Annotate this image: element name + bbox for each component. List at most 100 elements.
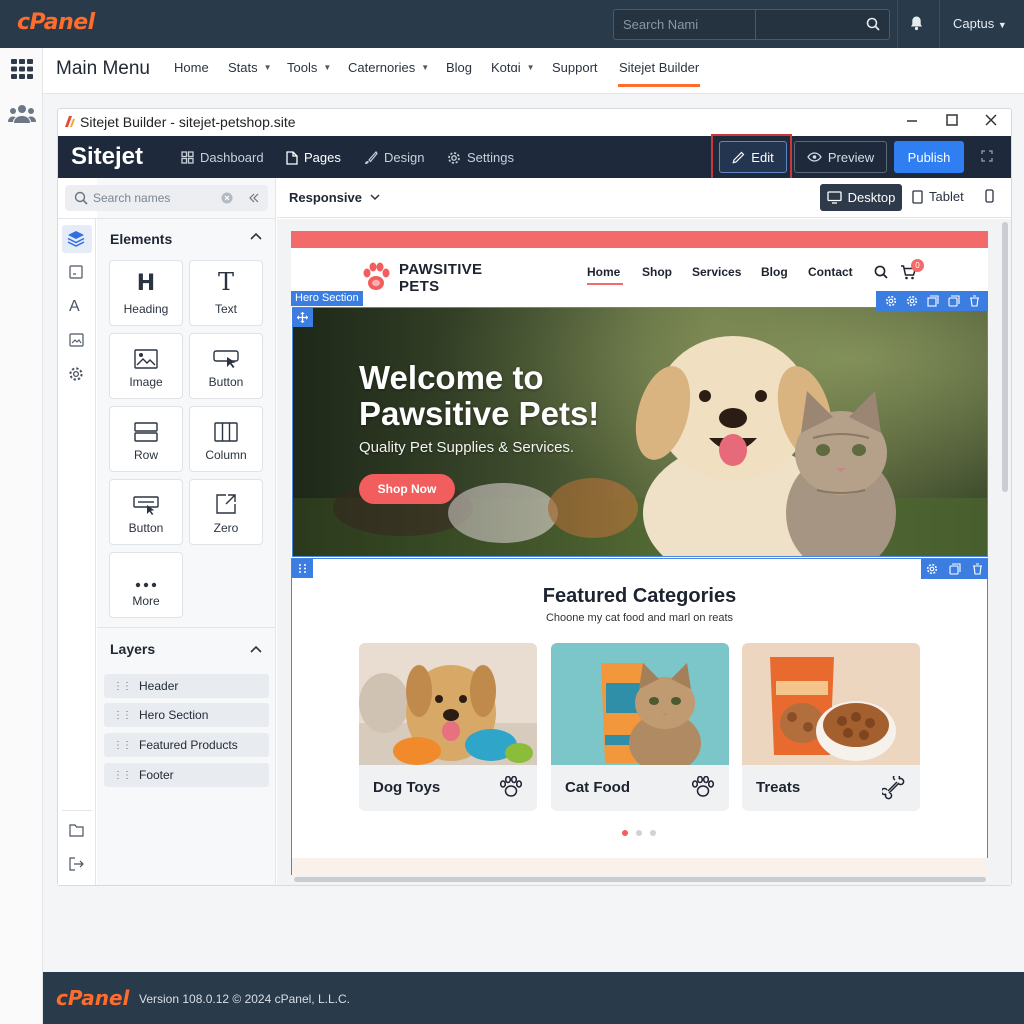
user-menu[interactable]: Captus ▼: [953, 16, 1007, 31]
layer-item[interactable]: ⋮⋮ Footer: [104, 763, 269, 787]
element-heading[interactable]: H Heading: [109, 260, 183, 326]
element-column[interactable]: Column: [189, 406, 263, 472]
site-nav-blog[interactable]: Blog: [761, 265, 788, 279]
panel-search[interactable]: [65, 185, 268, 211]
bell-icon[interactable]: [909, 15, 924, 31]
close-icon[interactable]: [985, 114, 997, 126]
element-image[interactable]: Image: [109, 333, 183, 399]
shop-now-button[interactable]: Shop Now: [359, 474, 455, 504]
gear-icon[interactable]: [68, 366, 84, 382]
gear-icon: [447, 151, 461, 165]
carousel-dot[interactable]: [650, 830, 656, 836]
category-card-dog-toys[interactable]: Dog Toys: [359, 643, 537, 811]
hero-section[interactable]: [292, 307, 988, 557]
hero-subtitle[interactable]: Quality Pet Supplies & Services.: [359, 439, 574, 456]
drag-handle-icon[interactable]: ⋮⋮: [113, 710, 132, 721]
duplicate-icon[interactable]: [926, 295, 939, 307]
search-icon[interactable]: [874, 265, 888, 279]
gear-icon[interactable]: [926, 563, 938, 575]
drag-handle-icon[interactable]: ⋮⋮: [113, 770, 132, 781]
site-nav-home[interactable]: Home: [587, 265, 620, 279]
nav-categories[interactable]: Caternories ▼: [348, 60, 429, 75]
element-text[interactable]: T Text: [189, 260, 263, 326]
tab-settings[interactable]: Settings: [447, 150, 514, 165]
element-zero[interactable]: Zero: [189, 479, 263, 545]
site-logo-line2: PETS: [399, 278, 440, 295]
move-icon[interactable]: [292, 308, 313, 327]
chevron-up-icon[interactable]: [250, 645, 262, 653]
media-icon[interactable]: [69, 333, 84, 347]
fullscreen-icon[interactable]: [981, 150, 993, 162]
chevron-up-icon[interactable]: [250, 232, 262, 240]
minimize-icon[interactable]: [906, 112, 918, 128]
gear-icon[interactable]: [885, 295, 897, 307]
category-card-cat-food[interactable]: Cat Food: [551, 643, 729, 811]
drag-handle-icon[interactable]: [292, 559, 313, 578]
copy-icon[interactable]: [949, 563, 961, 575]
site-logo[interactable]: PAWSITIVE PETS: [399, 261, 509, 295]
category-image: [551, 643, 729, 765]
nav-stats[interactable]: Stats ▼: [228, 60, 272, 75]
nav-kotai[interactable]: Kotɑi ▼: [491, 60, 535, 75]
publish-button[interactable]: Publish: [894, 141, 964, 173]
element-more[interactable]: More: [109, 552, 183, 618]
preview-button[interactable]: Preview: [794, 141, 887, 173]
canvas-scrollbar-vertical[interactable]: [1002, 222, 1008, 492]
layer-item[interactable]: ⋮⋮ Header: [104, 674, 269, 698]
featured-title[interactable]: Featured Categories: [291, 585, 988, 608]
nav-blog[interactable]: Blog: [446, 60, 472, 75]
trash-icon[interactable]: [972, 563, 983, 575]
tab-design[interactable]: Design: [364, 150, 424, 165]
panel-search-input[interactable]: [93, 185, 223, 211]
search-icon[interactable]: [866, 17, 880, 31]
trash-icon[interactable]: [969, 295, 980, 307]
carousel-dot-active[interactable]: [622, 830, 628, 836]
category-card-treats[interactable]: Treats: [742, 643, 920, 811]
settings-alt-icon[interactable]: [906, 295, 918, 307]
collapse-panel-icon[interactable]: [247, 191, 259, 205]
canvas-scrollbar-horizontal[interactable]: [294, 877, 986, 882]
apps-grid-icon[interactable]: [11, 59, 33, 79]
logout-icon[interactable]: [69, 857, 84, 871]
edit-button[interactable]: Edit: [719, 141, 787, 173]
site-nav-shop[interactable]: Shop: [642, 265, 672, 279]
device-tablet-button[interactable]: Tablet: [912, 189, 964, 204]
element-button[interactable]: Button: [189, 333, 263, 399]
site-top-bar: [291, 231, 988, 248]
layer-item[interactable]: ⋮⋮ Featured Products: [104, 733, 269, 757]
maximize-icon[interactable]: [946, 114, 958, 126]
nav-home[interactable]: Home: [174, 60, 209, 75]
nav-support[interactable]: Support: [552, 60, 598, 75]
site-nav-contact[interactable]: Contact: [808, 265, 853, 279]
section-icon[interactable]: [69, 265, 83, 279]
tab-pages[interactable]: Pages: [286, 150, 341, 165]
carousel-dot[interactable]: [636, 830, 642, 836]
users-icon[interactable]: [8, 104, 36, 124]
layers-icon[interactable]: [67, 230, 85, 247]
device-desktop-button[interactable]: Desktop: [820, 184, 902, 211]
element-button-alt[interactable]: Button: [109, 479, 183, 545]
responsive-dropdown[interactable]: Responsive: [289, 190, 380, 205]
drag-handle-icon[interactable]: ⋮⋮: [113, 681, 132, 692]
mobile-icon[interactable]: [985, 189, 994, 203]
chevron-down-icon: ▼: [323, 63, 332, 72]
element-row[interactable]: Row: [109, 406, 183, 472]
tab-dashboard[interactable]: Dashboard: [181, 150, 264, 165]
folder-icon[interactable]: [69, 823, 84, 837]
drag-handle-icon[interactable]: ⋮⋮: [113, 740, 132, 751]
nav-sitejet-builder[interactable]: Sitejet Builder: [619, 60, 699, 75]
layer-label: Hero Section: [139, 708, 209, 722]
global-search[interactable]: [613, 9, 890, 40]
hero-title[interactable]: Welcome to Pawsitive Pets!: [359, 360, 639, 432]
cpanel-logo[interactable]: cPanel: [17, 10, 95, 35]
search-icon: [74, 191, 88, 205]
copy-icon[interactable]: [947, 295, 960, 307]
eye-icon: [807, 152, 822, 162]
layer-item[interactable]: ⋮⋮ Hero Section: [104, 703, 269, 727]
typography-icon[interactable]: A: [69, 298, 80, 316]
site-nav-services[interactable]: Services: [692, 265, 741, 279]
clear-icon[interactable]: [221, 192, 233, 204]
nav-tools[interactable]: Tools ▼: [287, 60, 331, 75]
featured-subtitle[interactable]: Choone my cat food and marl on reats: [291, 612, 988, 624]
global-search-input[interactable]: [614, 10, 854, 39]
